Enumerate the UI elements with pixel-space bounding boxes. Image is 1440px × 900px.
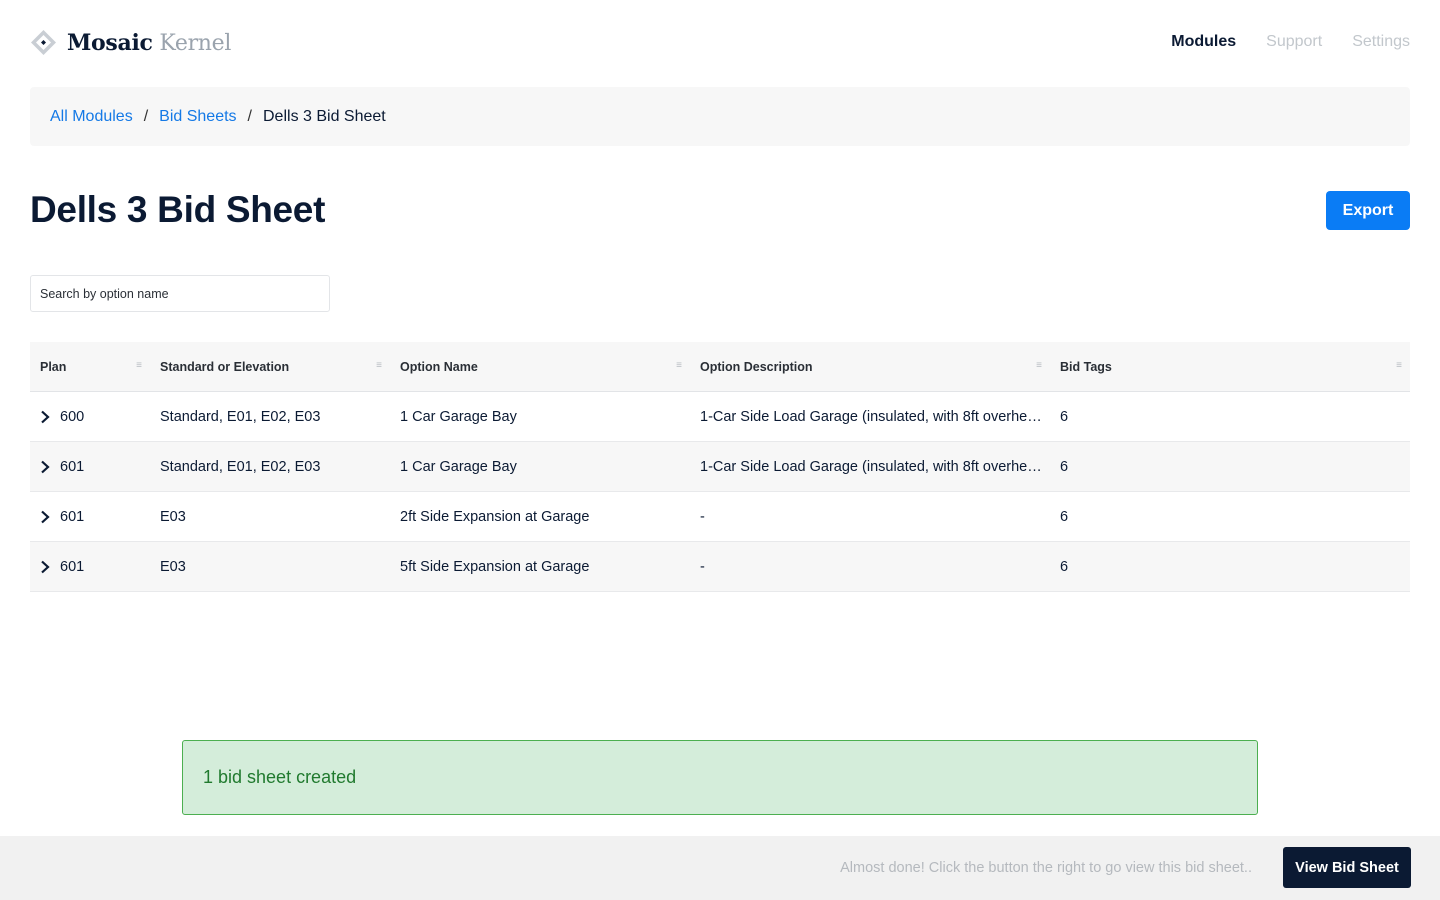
- column-header-elevation[interactable]: Standard or Elevation ≡: [150, 342, 390, 392]
- table-row[interactable]: 601 E03 5ft Side Expansion at Garage - 6: [30, 542, 1410, 592]
- column-header-plan[interactable]: Plan ≡: [30, 342, 150, 392]
- cell-plan: 600: [30, 392, 150, 442]
- success-toast: 1 bid sheet created: [182, 740, 1258, 815]
- chevron-right-icon[interactable]: [40, 410, 50, 424]
- cell-option-description: 1-Car Side Load Garage (insulated, with …: [700, 459, 1050, 475]
- table-header: Plan ≡ Standard or Elevation ≡ Option Na…: [30, 342, 1410, 392]
- table-row[interactable]: 601 E03 2ft Side Expansion at Garage - 6: [30, 492, 1410, 542]
- main-nav: Modules Support Settings: [1171, 33, 1410, 51]
- column-header-label: Bid Tags: [1060, 360, 1112, 374]
- plan-value: 601: [60, 559, 85, 575]
- cell-bid-tags: 6: [1060, 559, 1069, 575]
- nav-item-settings[interactable]: Settings: [1352, 33, 1410, 51]
- column-menu-icon[interactable]: ≡: [676, 360, 682, 371]
- page-title: Dells 3 Bid Sheet: [30, 189, 326, 230]
- breadcrumb: All Modules / Bid Sheets / Dells 3 Bid S…: [30, 87, 1410, 146]
- chevron-right-icon[interactable]: [40, 460, 50, 474]
- cell-option-description: -: [700, 509, 705, 525]
- column-header-label: Standard or Elevation: [160, 360, 290, 374]
- cell-plan: 601: [30, 442, 150, 492]
- cell-bid-tags: 6: [1060, 509, 1069, 525]
- column-header-label: Option Description: [700, 360, 813, 374]
- toast-message: 1 bid sheet created: [203, 767, 357, 787]
- app-header: Mosaic Kernel Modules Support Settings: [0, 0, 1440, 87]
- cell-option-name: 5ft Side Expansion at Garage: [400, 559, 590, 575]
- cell-option-name: 1 Car Garage Bay: [400, 409, 517, 425]
- logo-text: Mosaic Kernel: [67, 30, 231, 56]
- breadcrumb-link-all-modules[interactable]: All Modules: [50, 108, 133, 126]
- breadcrumb-separator: /: [247, 107, 252, 125]
- cell-elevation: E03: [160, 559, 186, 575]
- plan-value: 600: [60, 409, 85, 425]
- breadcrumb-current: Dells 3 Bid Sheet: [263, 107, 386, 125]
- column-menu-icon[interactable]: ≡: [1036, 360, 1042, 371]
- bid-sheet-table: Plan ≡ Standard or Elevation ≡ Option Na…: [30, 342, 1410, 592]
- column-menu-icon[interactable]: ≡: [376, 360, 382, 371]
- column-header-option-description[interactable]: Option Description ≡: [690, 342, 1050, 392]
- cell-plan: 601: [30, 542, 150, 592]
- cell-option-description: -: [700, 559, 705, 575]
- nav-item-support[interactable]: Support: [1266, 33, 1322, 51]
- chevron-right-icon[interactable]: [40, 510, 50, 524]
- cell-option-name: 2ft Side Expansion at Garage: [400, 509, 590, 525]
- column-header-label: Plan: [40, 360, 67, 374]
- breadcrumb-separator: /: [143, 107, 149, 125]
- cell-elevation: E03: [160, 509, 186, 525]
- column-header-bid-tags[interactable]: Bid Tags ≡: [1050, 342, 1410, 392]
- diamond-logo-icon: [30, 29, 57, 56]
- table-row[interactable]: 600 Standard, E01, E02, E03 1 Car Garage…: [30, 392, 1410, 442]
- breadcrumb-link-bid-sheets[interactable]: Bid Sheets: [159, 108, 236, 126]
- action-footer: Almost done! Click the button the right …: [0, 836, 1440, 900]
- chevron-right-icon[interactable]: [40, 560, 50, 574]
- table-row[interactable]: 601 Standard, E01, E02, E03 1 Car Garage…: [30, 442, 1410, 492]
- cell-elevation: Standard, E01, E02, E03: [160, 459, 321, 475]
- footer-hint: Almost done! Click the button the right …: [840, 860, 1252, 876]
- logo[interactable]: Mosaic Kernel: [30, 29, 231, 56]
- search-input[interactable]: [30, 275, 330, 312]
- logo-main-text: Mosaic: [67, 29, 153, 56]
- cell-option-description: 1-Car Side Load Garage (insulated, with …: [700, 409, 1050, 425]
- column-header-label: Option Name: [400, 360, 478, 374]
- view-bid-sheet-button[interactable]: View Bid Sheet: [1283, 847, 1411, 888]
- logo-sub-text: Kernel: [159, 30, 232, 56]
- cell-plan: 601: [30, 492, 150, 542]
- plan-value: 601: [60, 509, 85, 525]
- export-button[interactable]: Export: [1326, 191, 1410, 230]
- cell-elevation: Standard, E01, E02, E03: [160, 409, 321, 425]
- cell-bid-tags: 6: [1060, 409, 1069, 425]
- cell-option-name: 1 Car Garage Bay: [400, 459, 517, 475]
- nav-item-modules[interactable]: Modules: [1171, 33, 1236, 51]
- column-menu-icon[interactable]: ≡: [136, 360, 142, 371]
- cell-bid-tags: 6: [1060, 459, 1069, 475]
- column-menu-icon[interactable]: ≡: [1396, 360, 1402, 371]
- column-header-option-name[interactable]: Option Name ≡: [390, 342, 690, 392]
- plan-value: 601: [60, 459, 85, 475]
